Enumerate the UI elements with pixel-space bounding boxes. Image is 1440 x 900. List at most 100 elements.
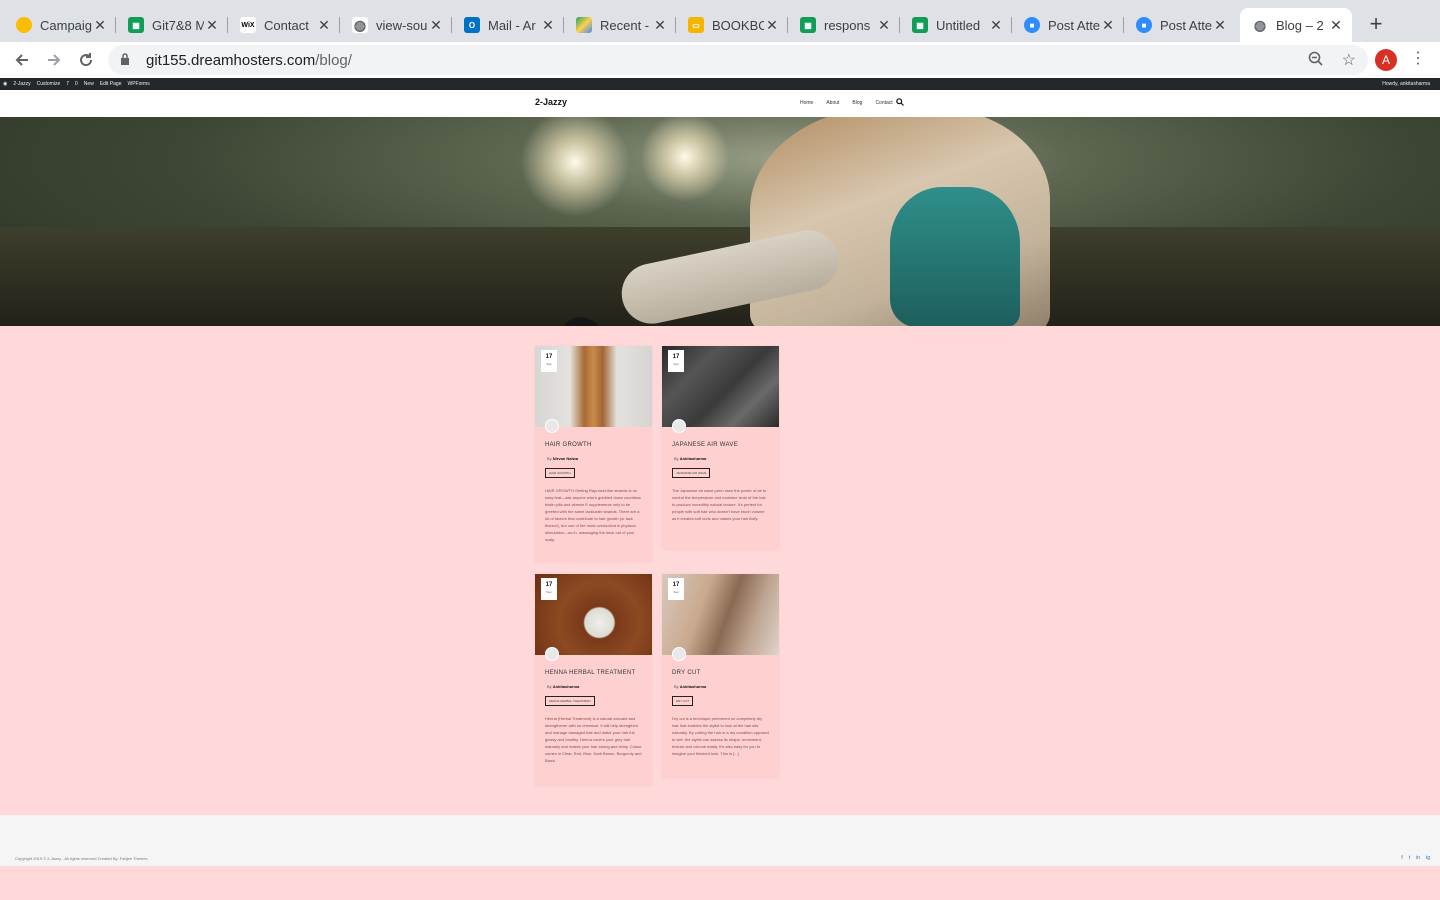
- tab-title: Git7&8 M: [152, 17, 204, 33]
- forward-button[interactable]: [42, 48, 66, 72]
- sheets-icon: ▦: [128, 17, 144, 33]
- zoom-icon: ■: [1136, 17, 1152, 33]
- tab-title: Untitled: [936, 17, 981, 33]
- browser-tab[interactable]: Recent - ✕: [564, 8, 676, 42]
- post-author[interactable]: Ankitasharma: [553, 684, 579, 689]
- wp-bar-item[interactable]: 2-Jazzy: [13, 81, 30, 87]
- wix-icon: WiX: [240, 17, 256, 33]
- browser-tab[interactable]: ▭ BOOKBO ✕: [676, 8, 788, 42]
- wp-bar-item[interactable]: 0: [75, 81, 78, 87]
- close-icon[interactable]: ✕: [1100, 17, 1116, 34]
- post-thumbnail[interactable]: 17 Sep: [535, 574, 652, 655]
- tab-title: Post Atte: [1160, 17, 1212, 33]
- search-icon[interactable]: [896, 98, 904, 108]
- post-title[interactable]: JAPANESE AIR WAVE: [672, 442, 779, 448]
- tab-title: Contact: [264, 17, 309, 33]
- close-icon[interactable]: ✕: [1328, 17, 1344, 34]
- post-card[interactable]: 17 Sep JAPANESE AIR WAVE By Ankitasharma…: [662, 346, 779, 550]
- post-author[interactable]: Ankitasharma: [680, 456, 706, 461]
- zoom-out-icon[interactable]: [1308, 51, 1324, 71]
- wp-bar-item[interactable]: Edit Page: [100, 81, 122, 87]
- browser-tab-active[interactable]: ◍ Blog – 2 ✕: [1240, 8, 1352, 42]
- back-button[interactable]: [10, 48, 34, 72]
- post-date: 17 Sep: [668, 578, 684, 600]
- post-category[interactable]: HENNA HERBAL TREATMENT: [545, 696, 595, 706]
- close-icon[interactable]: ✕: [764, 17, 780, 34]
- reload-icon: [80, 53, 93, 67]
- hero-light: [520, 117, 630, 217]
- close-icon[interactable]: ✕: [652, 17, 668, 34]
- footer-copyright: Copyright 2019 © 2-Jazzy - All rights re…: [15, 856, 148, 861]
- post-thumbnail[interactable]: 17 Sep: [662, 346, 779, 427]
- globe-icon: ◍: [1252, 16, 1268, 33]
- close-icon[interactable]: ✕: [316, 17, 332, 34]
- site-title[interactable]: 2-Jazzy: [535, 97, 567, 107]
- close-icon[interactable]: ✕: [428, 17, 444, 34]
- wp-bar-item[interactable]: Customize: [37, 81, 61, 87]
- post-category[interactable]: JAPANESE AIR WAVE: [672, 468, 711, 478]
- browser-tab[interactable]: ▦ Git7&8 M ✕: [116, 8, 228, 42]
- post-excerpt: The Japanese air wave perm uses the powe…: [672, 488, 767, 521]
- browser-tab[interactable]: ◍ view-sou ✕: [340, 8, 452, 42]
- drive-icon: [576, 17, 592, 33]
- new-tab-button[interactable]: +: [1364, 12, 1388, 36]
- post-card[interactable]: 17 Sep DRY CUT By Ankitasharma DRY CUT D…: [662, 574, 779, 778]
- close-icon[interactable]: ✕: [540, 17, 556, 34]
- instagram-icon[interactable]: ig: [1426, 855, 1430, 861]
- reload-button[interactable]: [74, 48, 98, 72]
- wp-greeting[interactable]: Howdy, ankitasharma: [1382, 81, 1430, 87]
- post-thumbnail[interactable]: 17 Sep: [662, 574, 779, 655]
- post-card[interactable]: 17 Sep HENNA HERBAL TREATMENT By Ankitas…: [535, 574, 652, 786]
- wp-logo-icon[interactable]: ◉: [3, 81, 7, 87]
- byline-label: By: [547, 456, 552, 461]
- wp-bar-item[interactable]: New: [84, 81, 94, 87]
- post-thumbnail[interactable]: 17 Sep: [535, 346, 652, 427]
- close-icon[interactable]: ✕: [876, 17, 892, 34]
- browser-tab[interactable]: WiX Contact ✕: [228, 8, 340, 42]
- post-date-day: 17: [545, 582, 553, 588]
- post-title[interactable]: HENNA HERBAL TREATMENT: [545, 670, 652, 676]
- post-author[interactable]: Ankitasharma: [680, 684, 706, 689]
- linkedin-icon[interactable]: in: [1416, 855, 1420, 861]
- nav-blog[interactable]: Blog: [852, 100, 862, 106]
- hero-image: [0, 117, 1440, 326]
- profile-avatar[interactable]: A: [1375, 49, 1397, 71]
- post-byline: By Ankitasharma: [674, 456, 779, 461]
- close-icon[interactable]: ✕: [988, 17, 1004, 34]
- post-author[interactable]: Nirvan Nalwa: [553, 456, 578, 461]
- wp-bar-item[interactable]: WPForms: [128, 81, 150, 87]
- kebab-menu-icon[interactable]: ⋮: [1410, 48, 1426, 68]
- browser-tab[interactable]: ■ Post Atte ✕: [1124, 8, 1236, 42]
- address-bar[interactable]: git155.dreamhosters.com/blog/ ☆: [108, 45, 1368, 75]
- browser-toolbar: git155.dreamhosters.com/blog/ ☆ A ⋮: [0, 42, 1440, 78]
- post-title[interactable]: HAIR GROWTH: [545, 442, 652, 448]
- lock-icon: [120, 52, 136, 68]
- nav-about[interactable]: About: [826, 100, 839, 106]
- byline-label: By: [674, 684, 679, 689]
- twitter-icon[interactable]: t: [1409, 855, 1410, 861]
- nav-contact[interactable]: Contact: [875, 100, 892, 106]
- url-path: /blog/: [315, 51, 352, 69]
- post-date-month: Sep: [673, 362, 679, 366]
- post-byline: By Ankitasharma: [547, 684, 652, 689]
- close-icon[interactable]: ✕: [1212, 17, 1228, 34]
- hero-figure-dress: [890, 187, 1020, 326]
- browser-tab[interactable]: ■ Post Atte ✕: [1012, 8, 1124, 42]
- post-title[interactable]: DRY CUT: [672, 670, 779, 676]
- browser-tab[interactable]: ▦ respons ✕: [788, 8, 900, 42]
- browser-tab[interactable]: ▦ Untitled ✕: [900, 8, 1012, 42]
- back-arrow-icon: [15, 54, 28, 66]
- close-icon[interactable]: ✕: [92, 17, 108, 34]
- close-icon[interactable]: ✕: [204, 17, 220, 34]
- browser-tab[interactable]: Campaig ✕: [4, 8, 116, 42]
- bookmark-star-icon[interactable]: ☆: [1342, 50, 1356, 70]
- post-date-day: 17: [672, 354, 680, 360]
- post-category[interactable]: DRY CUT: [672, 696, 694, 706]
- facebook-icon[interactable]: f: [1401, 855, 1402, 861]
- browser-tab[interactable]: O Mail - Ar ✕: [452, 8, 564, 42]
- post-category[interactable]: HAIR GROWTH: [545, 468, 575, 478]
- slides-icon: ▭: [688, 17, 704, 33]
- nav-home[interactable]: Home: [800, 100, 813, 106]
- post-card[interactable]: 17 Sep HAIR GROWTH By Nirvan Nalwa HAIR …: [535, 346, 652, 562]
- wp-bar-item[interactable]: 7: [66, 81, 69, 87]
